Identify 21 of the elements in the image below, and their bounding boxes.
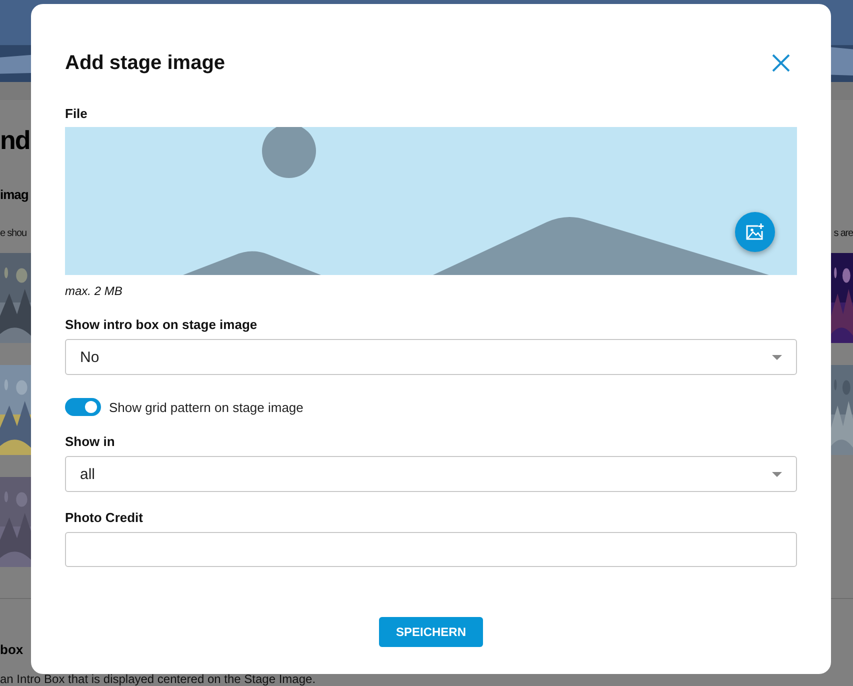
input-field[interactable]	[65, 532, 797, 567]
toggle-switch[interactable]	[65, 398, 101, 416]
select-field[interactable]: all	[65, 456, 797, 492]
file-size-hint: max. 2 MB	[65, 283, 124, 299]
field-label: File	[65, 106, 88, 122]
field-label: Show in	[65, 434, 116, 450]
toggle-label: Show grid pattern on stage image	[109, 400, 304, 414]
dialog-title: Add stage image	[65, 52, 226, 74]
close-button[interactable]	[771, 53, 791, 73]
section-title: imag	[0, 186, 30, 204]
description-text: e shou	[0, 227, 28, 241]
page-heading: nd	[0, 125, 31, 155]
caret-icon	[772, 354, 782, 360]
description-text: an Intro Box that is displayed centered on the Stage Image.	[0, 673, 317, 686]
field-label: Photo Credit	[65, 510, 144, 526]
image-add-icon	[745, 223, 765, 241]
select-field[interactable]: No	[65, 339, 797, 375]
caret-icon	[772, 472, 782, 476]
section-title: box	[0, 641, 24, 659]
field-label: Show intro box on stage image	[65, 317, 258, 333]
description-text: s are	[834, 227, 853, 241]
